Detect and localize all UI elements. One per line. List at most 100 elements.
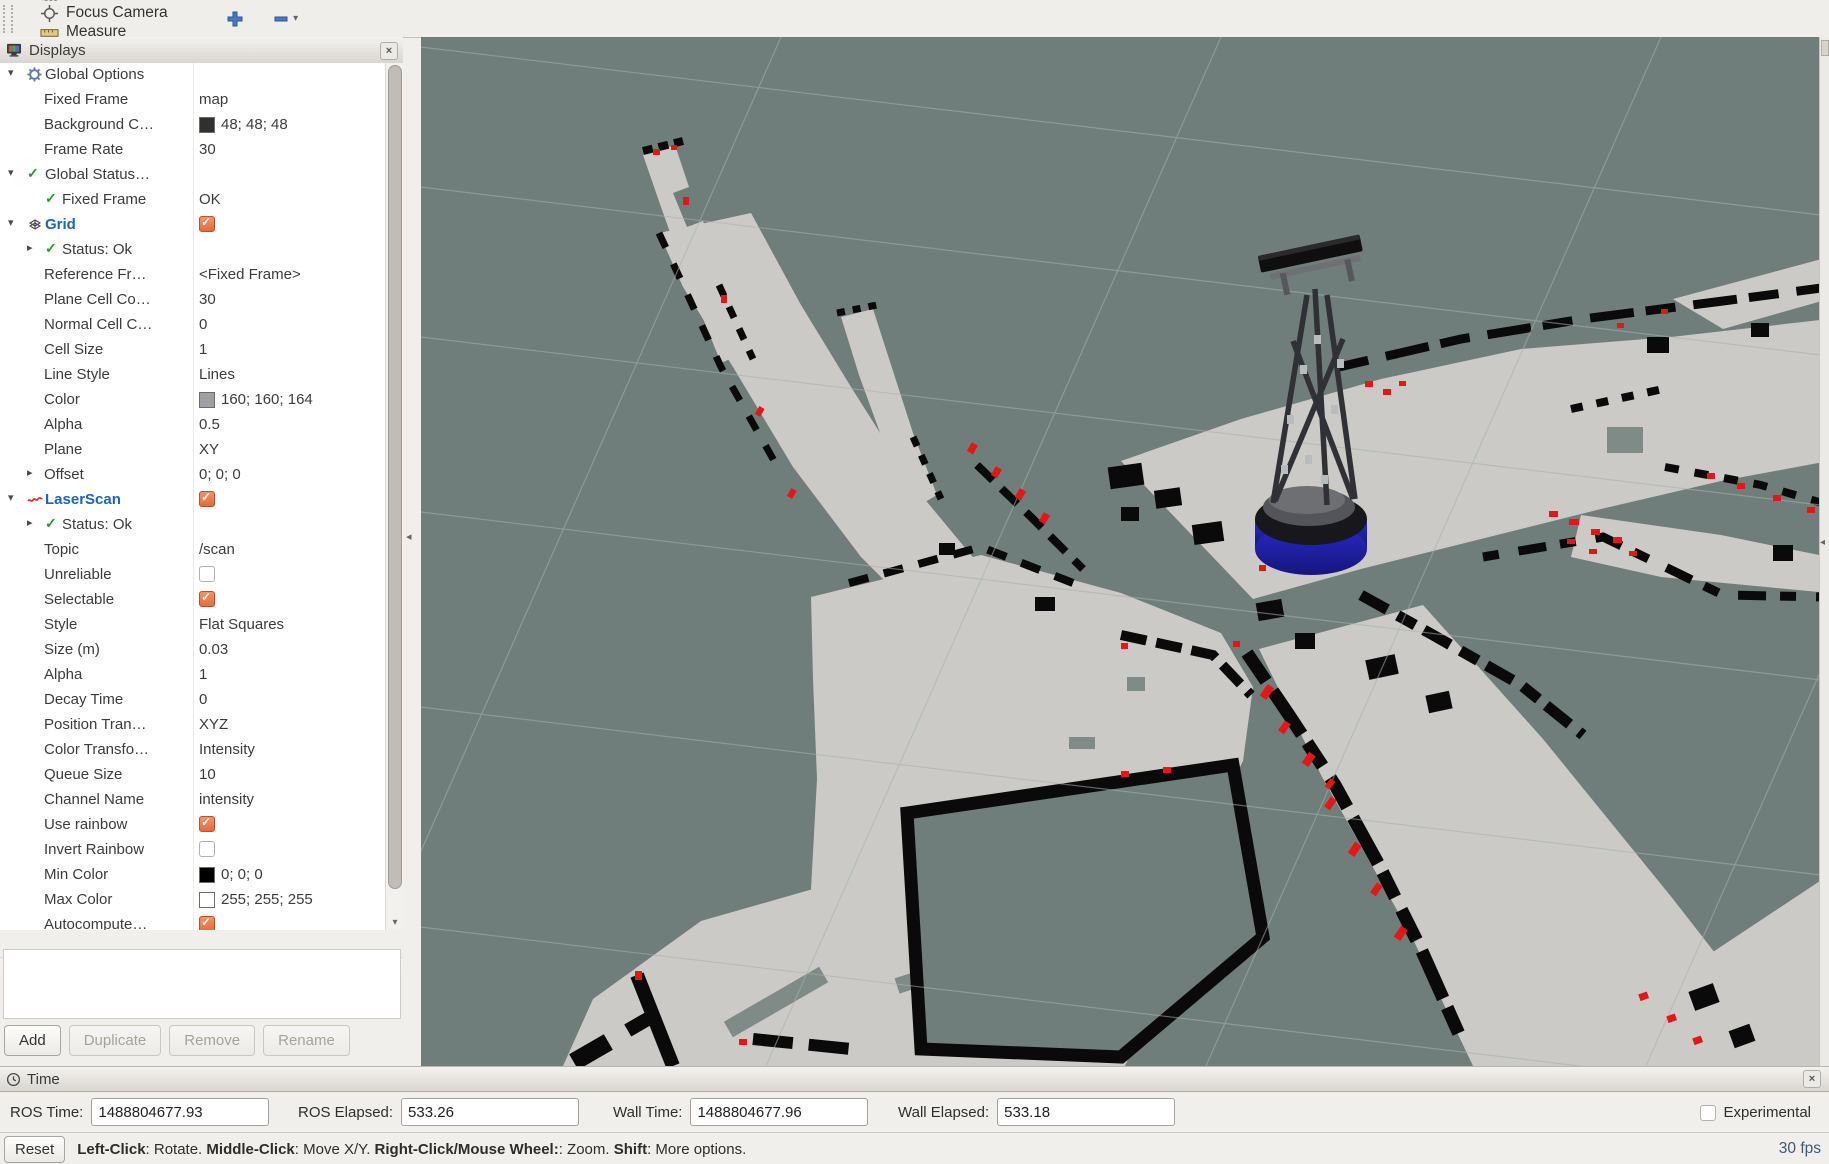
add-button[interactable]: Add — [4, 1025, 61, 1056]
time-field-input[interactable]: 1488804677.93 — [91, 1098, 269, 1126]
property-value[interactable]: XYZ — [199, 716, 228, 733]
time-panel-titlebar[interactable]: Time × — [0, 1066, 1829, 1092]
reset-button[interactable]: Reset — [4, 1136, 65, 1163]
expander-icon[interactable]: ▸ — [27, 243, 33, 254]
tree-row[interactable]: Channel Nameintensity — [0, 788, 385, 813]
tree-row[interactable]: Invert Rainbow — [0, 838, 385, 863]
property-value[interactable]: 160; 160; 164 — [199, 391, 313, 408]
property-value[interactable]: 0 — [199, 316, 207, 333]
property-value[interactable]: 0 — [199, 691, 207, 708]
time-field-input[interactable]: 1488804677.96 — [690, 1098, 868, 1126]
tree-row[interactable]: ▸Offset0; 0; 0 — [0, 463, 385, 488]
tree-row[interactable]: Cell Size1 — [0, 338, 385, 363]
panel-collapse-icon[interactable]: ◂ — [1820, 537, 1825, 548]
scroll-down-icon[interactable]: ▾ — [386, 917, 404, 928]
checkbox-icon[interactable] — [199, 491, 215, 507]
experimental-checkbox[interactable]: Experimental — [1700, 1104, 1811, 1121]
tree-row[interactable]: StyleFlat Squares — [0, 613, 385, 638]
property-value[interactable]: Lines — [199, 366, 235, 383]
tree-row[interactable]: Max Color255; 255; 255 — [0, 888, 385, 913]
tree-row[interactable]: Line StyleLines — [0, 363, 385, 388]
toolbar-drag-handle[interactable] — [3, 5, 13, 33]
property-value[interactable]: 0; 0; 0 — [199, 866, 263, 883]
duplicate-button[interactable]: Duplicate — [69, 1025, 162, 1056]
property-value[interactable]: <Fixed Frame> — [199, 266, 301, 283]
property-value[interactable]: 30 — [199, 291, 216, 308]
scrollbar-thumb[interactable] — [388, 65, 402, 889]
close-icon[interactable]: × — [380, 42, 398, 60]
vertical-scrollbar[interactable]: ▾ — [385, 63, 404, 930]
tree-row[interactable]: Color Transfo…Intensity — [0, 738, 385, 763]
property-value[interactable]: OK — [199, 191, 221, 208]
tree-row[interactable]: Background C…48; 48; 48 — [0, 113, 385, 138]
splitter-grip[interactable] — [1821, 40, 1829, 56]
time-field-input[interactable]: 533.26 — [401, 1098, 579, 1126]
property-value[interactable] — [199, 591, 215, 607]
tree-row[interactable]: ▾Global Options — [0, 63, 385, 88]
tree-row[interactable]: ▾LaserScan — [0, 488, 385, 513]
tree-row[interactable]: Alpha1 — [0, 663, 385, 688]
tree-row[interactable]: PlaneXY — [0, 438, 385, 463]
displays-panel-titlebar[interactable]: Displays × — [0, 37, 403, 64]
checkbox-icon[interactable] — [199, 816, 215, 832]
property-value[interactable]: 1 — [199, 341, 207, 358]
expander-icon[interactable]: ▾ — [8, 68, 14, 79]
property-value[interactable]: XY — [199, 441, 219, 458]
tree-row[interactable]: Frame Rate30 — [0, 138, 385, 163]
panel-collapse-icon[interactable]: ◂ — [406, 530, 412, 543]
property-value[interactable]: 255; 255; 255 — [199, 891, 313, 908]
time-field-input[interactable]: 533.18 — [997, 1098, 1175, 1126]
property-value[interactable]: 0.03 — [199, 641, 228, 658]
tree-row[interactable]: Size (m)0.03 — [0, 638, 385, 663]
remove-button[interactable]: Remove — [169, 1025, 255, 1056]
expander-icon[interactable]: ▸ — [27, 468, 33, 479]
tree-row[interactable]: ▾Grid — [0, 213, 385, 238]
property-value[interactable] — [199, 491, 215, 507]
add-tool-button[interactable] — [226, 10, 244, 28]
tree-row[interactable]: Fixed Framemap — [0, 88, 385, 113]
tree-row[interactable]: Min Color0; 0; 0 — [0, 863, 385, 888]
tree-row[interactable]: Plane Cell Co…30 — [0, 288, 385, 313]
checkbox-icon[interactable] — [199, 566, 215, 582]
property-value[interactable] — [199, 841, 215, 857]
property-value[interactable]: 0; 0; 0 — [199, 466, 241, 483]
property-value[interactable] — [199, 216, 215, 232]
checkbox-icon[interactable] — [199, 916, 215, 930]
close-icon[interactable]: × — [1803, 1070, 1821, 1088]
tree-row[interactable]: Topic/scan — [0, 538, 385, 563]
tree-row[interactable]: Queue Size10 — [0, 763, 385, 788]
tree-row[interactable]: Normal Cell C…0 — [0, 313, 385, 338]
property-value[interactable]: 1 — [199, 666, 207, 683]
property-value[interactable]: intensity — [199, 791, 254, 808]
property-value[interactable]: Flat Squares — [199, 616, 284, 633]
rename-button[interactable]: Rename — [263, 1025, 350, 1056]
checkbox-icon[interactable] — [199, 591, 215, 607]
remove-tool-button[interactable]: ▾ — [272, 10, 298, 28]
expander-icon[interactable]: ▾ — [8, 493, 14, 504]
3d-viewport[interactable] — [421, 37, 1829, 1066]
expander-icon[interactable]: ▾ — [8, 168, 14, 179]
tree-row[interactable]: Reference Fr…<Fixed Frame> — [0, 263, 385, 288]
property-value[interactable] — [199, 916, 215, 930]
property-value[interactable]: Intensity — [199, 741, 255, 758]
property-value[interactable] — [199, 566, 215, 582]
tool-focus-camera[interactable]: Focus Camera — [40, 4, 190, 23]
tree-row[interactable]: ▾✓Global Status… — [0, 163, 385, 188]
property-value[interactable] — [199, 816, 215, 832]
tree-row[interactable]: Unreliable — [0, 563, 385, 588]
tree-row[interactable]: ▸✓Status: Ok — [0, 238, 385, 263]
property-value[interactable]: 30 — [199, 141, 216, 158]
checkbox-icon[interactable] — [1700, 1105, 1716, 1121]
property-value[interactable]: /scan — [199, 541, 235, 558]
tree-row[interactable]: Use rainbow — [0, 813, 385, 838]
tree-row[interactable]: Color160; 160; 164 — [0, 388, 385, 413]
property-value[interactable]: 10 — [199, 766, 216, 783]
tree-row[interactable]: Decay Time0 — [0, 688, 385, 713]
expander-icon[interactable]: ▾ — [8, 218, 14, 229]
right-panel-splitter[interactable]: ◂ — [1819, 37, 1829, 1066]
tree-row[interactable]: ▸✓Status: Ok — [0, 513, 385, 538]
property-value[interactable]: 0.5 — [199, 416, 220, 433]
checkbox-icon[interactable] — [199, 841, 215, 857]
tree-row[interactable]: Alpha0.5 — [0, 413, 385, 438]
property-value[interactable]: 48; 48; 48 — [199, 116, 288, 133]
